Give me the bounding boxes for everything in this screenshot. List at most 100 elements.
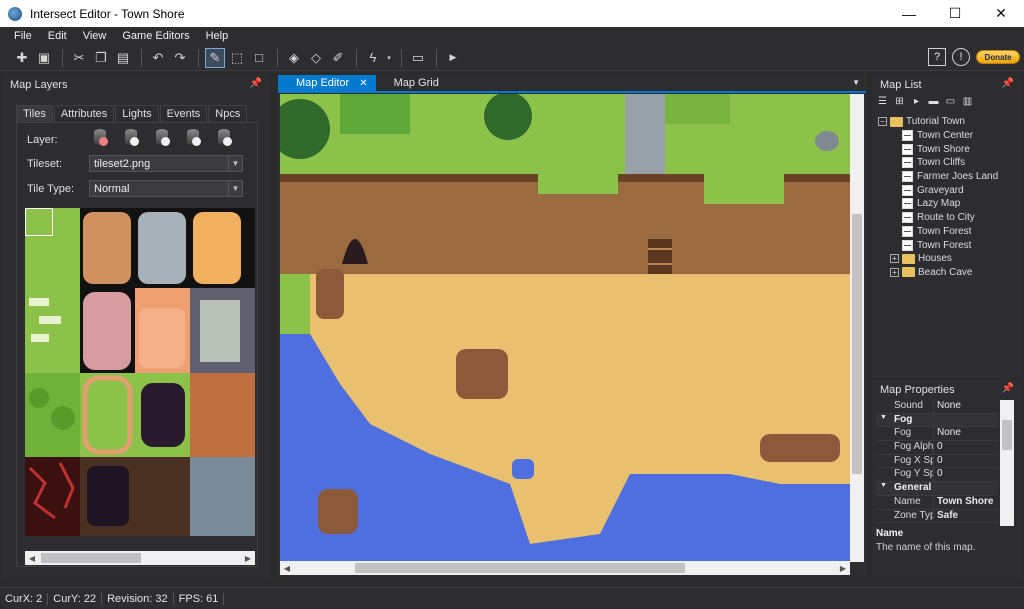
tab-tiles[interactable]: Tiles [16,105,53,122]
tree-folder-beach-cave[interactable]: + Beach Cave [878,266,1020,280]
collapse-icon[interactable]: − [878,117,887,127]
property-value[interactable]: 0 [934,455,998,468]
property-row[interactable]: Sound None [876,400,998,414]
play-icon[interactable]: ▶ [443,48,463,68]
property-category[interactable]: ▼ Fog [876,413,998,428]
tabs-dropdown-icon[interactable]: ▼ [852,78,860,87]
alert-icon[interactable]: ! [952,48,970,66]
tree-map-item[interactable]: Town Shore [878,142,1020,156]
property-value[interactable]: Safe [934,510,998,523]
new-map-icon[interactable]: ✚ [12,48,32,68]
scroll-left-icon[interactable]: ◀ [25,551,39,565]
property-value[interactable]: 0 [934,441,998,454]
help-button[interactable]: ? [928,48,946,66]
tree-map-item[interactable]: Town Center [878,129,1020,143]
tree-folder-houses[interactable]: + Houses [878,252,1020,266]
delete-icon[interactable]: ▥ [961,95,974,108]
tab-npcs[interactable]: Npcs [208,105,248,122]
new-folder-icon[interactable]: ▸ [910,95,923,108]
add-map-icon[interactable]: ⊞ [893,95,906,108]
menu-file[interactable]: File [6,30,40,42]
menu-help[interactable]: Help [198,30,237,42]
property-category[interactable]: ▼ General [876,482,998,496]
tree-map-item[interactable]: Town Forest [878,225,1020,239]
save-icon[interactable]: ▣ [34,48,54,68]
menu-game-editors[interactable]: Game Editors [114,30,197,42]
maximize-button[interactable]: ☐ [932,0,978,27]
paste-icon[interactable]: ▤ [113,48,133,68]
fill-tool-icon[interactable]: ◈ [284,48,304,68]
map-canvas[interactable] [280,94,850,562]
rectangle-tool-icon[interactable]: □ [249,48,269,68]
tile-type-dropdown[interactable]: Normal ▼ [89,180,243,197]
pin-icon[interactable]: 📌 [1002,383,1014,394]
properties-vscrollbar[interactable] [1000,400,1014,526]
close-tab-icon[interactable]: ✕ [359,78,367,89]
scroll-thumb[interactable] [41,553,141,563]
tree-map-item[interactable]: Route to City [878,211,1020,225]
expand-icon[interactable]: + [890,267,899,277]
scroll-thumb[interactable] [852,214,862,474]
lightning-icon[interactable]: ϟ [363,48,383,68]
property-row[interactable]: Fog Alpha0 [876,441,998,455]
menu-view[interactable]: View [75,30,115,42]
collapse-icon[interactable]: ▼ [876,482,894,495]
scroll-right-icon[interactable]: ▶ [241,551,255,565]
tree-folder-tutorial-town[interactable]: − Tutorial Town [878,115,1020,129]
tab-attributes[interactable]: Attributes [53,105,115,122]
map-hscrollbar[interactable]: ◀ ▶ [280,561,850,575]
collapse-icon[interactable]: ▼ [876,414,894,427]
pin-icon[interactable]: 📌 [1002,78,1014,89]
property-row[interactable]: Name Town Shore [876,495,998,510]
scroll-left-icon[interactable]: ◀ [280,561,294,575]
tree-map-item[interactable]: Graveyard [878,183,1020,197]
property-row[interactable]: Fog Y Speed0 [876,468,998,483]
property-row[interactable]: Zone TypeSafe [876,509,998,524]
tree-map-item[interactable]: Farmer Joes Land [878,170,1020,184]
tree-map-item[interactable]: Town Cliffs [878,156,1020,170]
dropper-tool-icon[interactable]: ✐ [328,48,348,68]
scroll-right-icon[interactable]: ▶ [836,561,850,575]
tileset-dropdown[interactable]: tileset2.png ▼ [89,155,243,172]
donate-button[interactable]: Donate [976,50,1020,64]
pen-tool-icon[interactable]: ✎ [205,47,225,68]
tree-map-item[interactable]: Town Forest [878,238,1020,252]
pin-icon[interactable]: 📌 [250,78,262,89]
eraser-tool-icon[interactable]: ◇ [306,48,326,68]
layer-1-icon[interactable] [92,129,108,147]
close-button[interactable]: ✕ [978,0,1024,27]
screenshot-icon[interactable]: ▭ [408,48,428,68]
tileset-preview[interactable] [25,208,255,536]
tab-events[interactable]: Events [159,105,208,122]
layer-5-icon[interactable] [216,129,232,147]
menu-edit[interactable]: Edit [40,30,75,42]
property-row[interactable]: Fog X Speed0 [876,454,998,469]
cut-icon[interactable]: ✂ [69,48,89,68]
layer-2-icon[interactable] [123,129,139,147]
list-view-icon[interactable]: ☰ [876,95,889,108]
layer-3-icon[interactable] [154,129,170,147]
redo-icon[interactable]: ↷ [170,48,190,68]
map-vscrollbar[interactable] [850,94,864,562]
folder-icon[interactable]: ▬ [927,95,940,108]
rename-icon[interactable]: ▭ [944,95,957,108]
tileset-hscrollbar[interactable]: ◀ ▶ [25,551,255,565]
undo-icon[interactable]: ↶ [148,48,168,68]
tab-map-editor[interactable]: Map Editor ✕ [278,75,376,91]
property-row[interactable]: Fog None [876,427,998,442]
select-tool-icon[interactable]: ⬚ [227,48,247,68]
property-value[interactable]: None [934,400,998,413]
tab-map-grid[interactable]: Map Grid [376,75,447,91]
tree-map-item[interactable]: Lazy Map [878,197,1020,211]
copy-icon[interactable]: ❐ [91,48,111,68]
minimize-button[interactable]: — [886,0,932,27]
property-value[interactable]: 0 [934,468,998,481]
expand-icon[interactable]: + [890,254,899,264]
scroll-thumb[interactable] [1002,420,1012,450]
lightning-dropdown-icon[interactable]: ▾ [385,48,393,68]
property-value[interactable]: Town Shore [934,496,998,509]
property-value[interactable]: None [934,427,998,440]
layer-4-icon[interactable] [185,129,201,147]
scroll-thumb[interactable] [355,563,685,573]
tab-lights[interactable]: Lights [115,105,159,122]
